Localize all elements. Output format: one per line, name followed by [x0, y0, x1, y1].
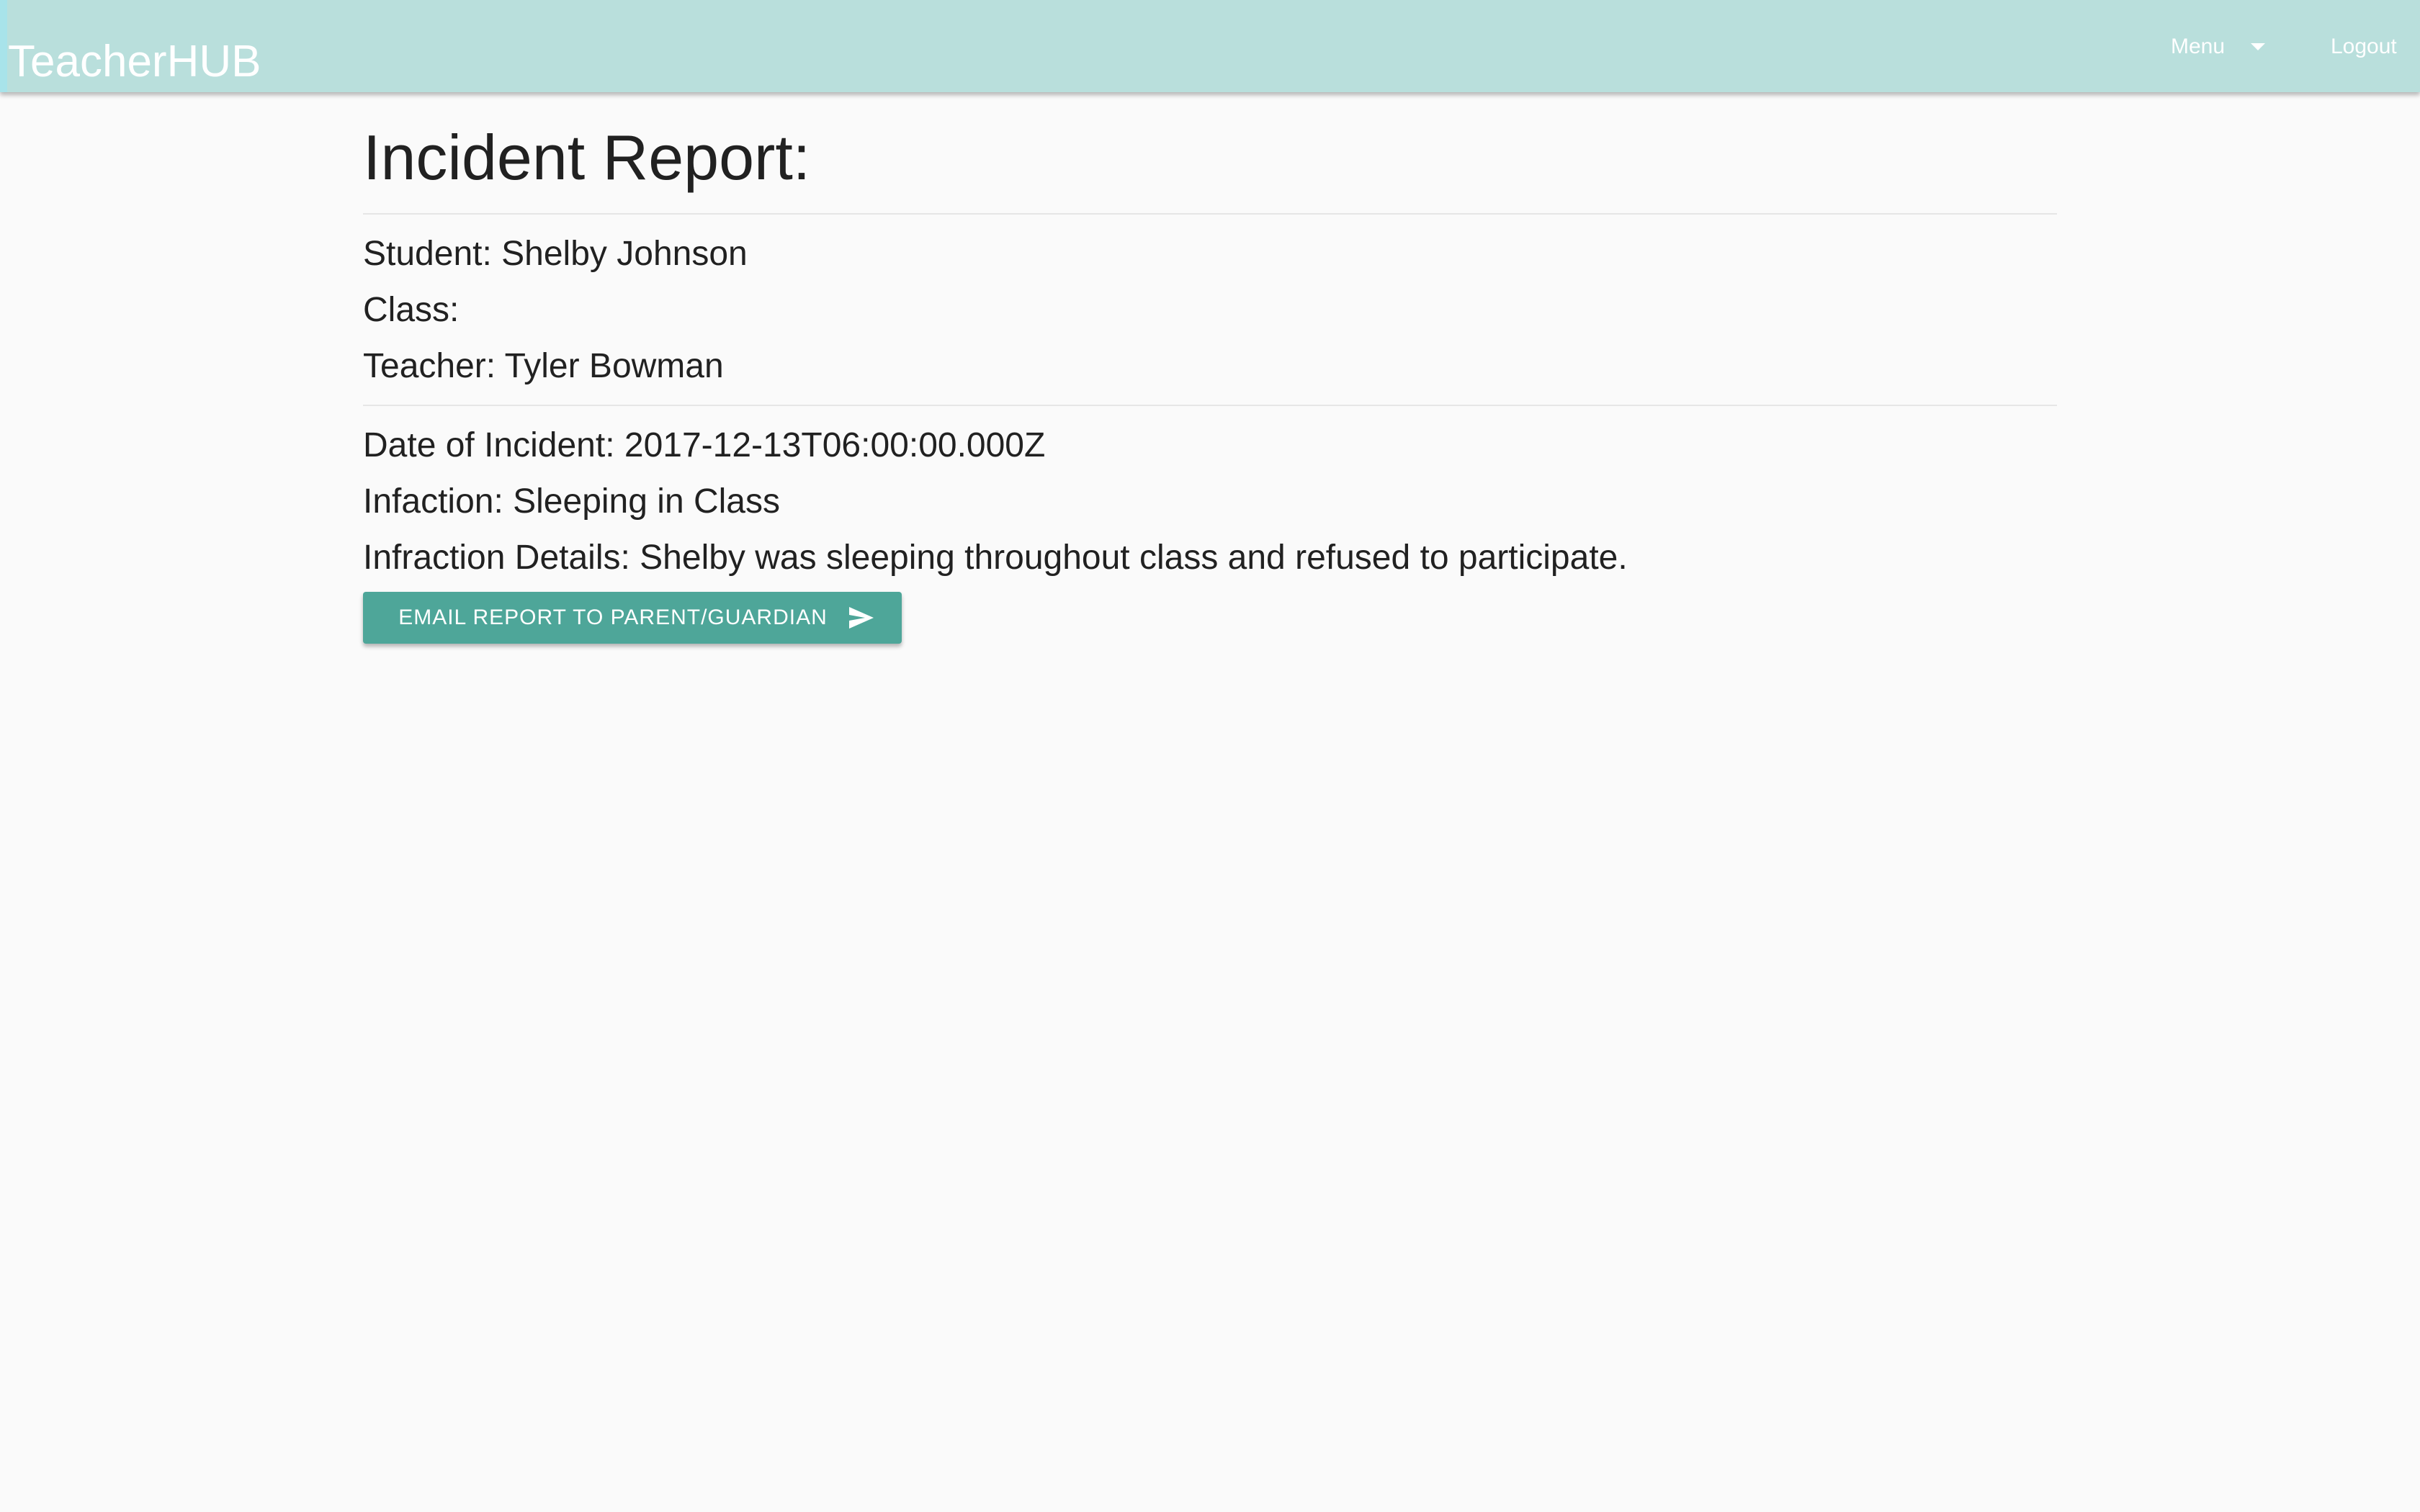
incident-report-content: Incident Report: Student: Shelby Johnson… — [363, 112, 2057, 644]
incident-date-field: Date of Incident: 2017-12-13T06:00:00.00… — [363, 426, 1046, 464]
brand-logo[interactable]: TeacherHUB — [8, 33, 261, 91]
infraction-details-field: Infraction Details: Shelby was sleeping … — [363, 539, 1628, 577]
page-title: Incident Report: — [363, 122, 811, 193]
navbar-accent — [0, 0, 7, 92]
info-divider — [363, 405, 2057, 406]
title-divider — [363, 213, 2057, 215]
logout-link[interactable]: Logout — [2331, 24, 2397, 69]
class-field: Class: — [363, 291, 460, 329]
student-info-group: Student: Shelby Johnson Class: Teacher: … — [363, 226, 2057, 395]
email-report-label: EMAIL REPORT TO PARENT/GUARDIAN — [398, 606, 828, 629]
menu-label: Menu — [2171, 35, 2226, 58]
top-navbar: TeacherHUB Menu Logout — [0, 0, 2420, 92]
chevron-down-icon — [2251, 43, 2266, 50]
student-field: Student: Shelby Johnson — [363, 235, 748, 273]
infraction-field: Infaction: Sleeping in Class — [363, 482, 780, 521]
menu-dropdown-button[interactable]: Menu — [2154, 24, 2283, 69]
incident-info-group: Date of Incident: 2017-12-13T06:00:00.00… — [363, 418, 2057, 586]
teacher-field: Teacher: Tyler Bowman — [363, 347, 724, 385]
send-icon — [848, 606, 875, 630]
email-report-button[interactable]: EMAIL REPORT TO PARENT/GUARDIAN — [363, 592, 902, 644]
